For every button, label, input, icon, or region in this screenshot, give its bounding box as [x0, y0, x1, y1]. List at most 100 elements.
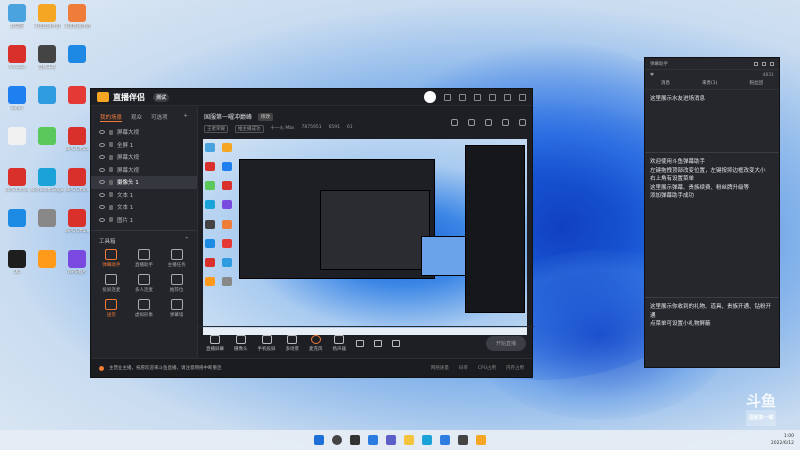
- desktop-icon[interactable]: WPS图片: [60, 250, 94, 288]
- toolbar-button[interactable]: 摄像头: [234, 335, 248, 352]
- desktop-icon[interactable]: [30, 209, 64, 247]
- chat-icon[interactable]: [386, 435, 396, 445]
- lock-icon[interactable]: [109, 142, 113, 148]
- danmu-panel[interactable]: 弹幕助手 ♥ 4831 消息 来贵(1) 粉丝团 这里展示水友进场消息 欢迎使用斗鱼…: [644, 57, 780, 368]
- start-icon[interactable]: [314, 435, 324, 445]
- tool-button[interactable]: 送货: [95, 299, 128, 318]
- widgets-icon[interactable]: [368, 435, 378, 445]
- danmu-panel-header[interactable]: 弹幕助手: [645, 58, 779, 70]
- lock-icon[interactable]: [109, 192, 113, 198]
- eye-icon[interactable]: [99, 142, 105, 147]
- link-icon[interactable]: [519, 119, 526, 126]
- close-icon[interactable]: [770, 61, 774, 66]
- add-scene-icon[interactable]: +: [183, 113, 188, 122]
- scene-item[interactable]: 全屏 1: [91, 139, 197, 152]
- danmu-tab[interactable]: 来贵(1): [702, 80, 717, 89]
- desktop-icon[interactable]: 此电脑: [0, 4, 34, 42]
- desktop-icon[interactable]: Acrobat: [0, 45, 34, 83]
- tool-button[interactable]: 推荐位: [160, 274, 193, 293]
- desktop-icon[interactable]: WPS Office: [60, 209, 94, 247]
- sidebar-tab[interactable]: 我的场景: [100, 113, 123, 122]
- search-icon[interactable]: [332, 435, 342, 445]
- desktop-icon[interactable]: [30, 250, 64, 288]
- share-icon[interactable]: [485, 119, 492, 126]
- sidebar-tab[interactable]: 观众: [131, 113, 142, 122]
- maximize-icon[interactable]: [504, 93, 511, 101]
- scene-item[interactable]: 摄像头 1: [91, 176, 197, 189]
- lock-icon[interactable]: [754, 61, 758, 66]
- gear-icon[interactable]: [392, 340, 400, 347]
- danmu-tab[interactable]: 粉丝团: [749, 80, 763, 89]
- desktop-icon[interactable]: [60, 45, 94, 83]
- explorer-icon[interactable]: [404, 435, 414, 445]
- tool-button[interactable]: 主播任务: [160, 249, 193, 268]
- lock-icon[interactable]: [109, 154, 113, 160]
- desktop-icon[interactable]: 直播工具: [30, 45, 64, 83]
- toolbar-button[interactable]: 麦克风: [309, 335, 323, 352]
- skin-icon[interactable]: [459, 93, 466, 101]
- desktop-icon[interactable]: [0, 127, 34, 165]
- toolbar-button[interactable]: 多场景: [286, 335, 299, 352]
- camera-icon[interactable]: [374, 340, 382, 347]
- edge-icon[interactable]: [422, 435, 432, 445]
- eye-icon[interactable]: [99, 130, 105, 135]
- tool-button[interactable]: 直播助手: [128, 249, 161, 268]
- toolbar-button[interactable]: 手机投屏: [258, 335, 276, 352]
- record-icon[interactable]: [356, 340, 364, 347]
- eye-icon[interactable]: [99, 155, 105, 160]
- title-bar[interactable]: 直播伴侣 测试: [91, 89, 532, 106]
- live-assistant-window[interactable]: 直播伴侣 测试 我的场景 观众 可选项 + 屏幕大视 全屏 1 屏幕大视 屏幕大视 摄像头 1…: [90, 88, 534, 378]
- system-tray[interactable]: 1:00 2022/6/12: [771, 433, 794, 447]
- lock-icon[interactable]: [451, 119, 458, 126]
- tool-button[interactable]: 虚拟形象: [128, 299, 161, 318]
- desktop-icon[interactable]: [30, 127, 64, 165]
- lock-icon[interactable]: [109, 179, 113, 185]
- sidebar-tab[interactable]: 可选项: [151, 113, 168, 122]
- scene-item[interactable]: 文本 1: [91, 201, 197, 214]
- desktop-icon[interactable]: [30, 86, 64, 124]
- lock-icon[interactable]: [109, 167, 113, 173]
- scene-item[interactable]: 屏幕大视: [91, 164, 197, 177]
- scene-item[interactable]: 图片 1: [91, 214, 197, 227]
- go-live-button[interactable]: 开始直播: [485, 336, 526, 351]
- eye-icon[interactable]: [99, 167, 105, 172]
- desktop-icon[interactable]: Safari: [0, 86, 34, 124]
- eye-icon[interactable]: [99, 217, 105, 222]
- bell-icon[interactable]: [502, 119, 509, 126]
- settings-icon[interactable]: [444, 93, 451, 101]
- douyu-icon[interactable]: [476, 435, 486, 445]
- task-view-icon[interactable]: [350, 435, 360, 445]
- collapse-icon[interactable]: ⌃: [184, 237, 189, 245]
- store-icon[interactable]: [440, 435, 450, 445]
- danmu-tab[interactable]: 消息: [661, 80, 670, 89]
- eye-icon[interactable]: [99, 205, 105, 210]
- tool-button[interactable]: 弹幕墙: [160, 299, 193, 318]
- lock-icon[interactable]: [109, 204, 113, 210]
- desktop-icon[interactable]: WPS Office: [0, 168, 34, 206]
- desktop-icon[interactable]: WPS Office: [60, 127, 94, 165]
- desktop-icon[interactable]: 斗鱼直播伴侣: [30, 4, 64, 42]
- toolbar-button[interactable]: 扬声器: [333, 335, 346, 352]
- lock-icon[interactable]: [468, 119, 475, 126]
- minimize-icon[interactable]: [489, 93, 496, 101]
- scene-item[interactable]: 文本 1: [91, 189, 197, 202]
- settings-icon[interactable]: [762, 61, 766, 66]
- desktop-icon[interactable]: WPS Office: [60, 168, 94, 206]
- scene-item[interactable]: 屏幕大视: [91, 151, 197, 164]
- menu-icon[interactable]: [474, 93, 481, 101]
- app-icon[interactable]: [458, 435, 468, 445]
- avatar[interactable]: [424, 91, 436, 103]
- tool-button[interactable]: 弹幕助手: [95, 249, 128, 268]
- tool-button[interactable]: 投屏连麦: [95, 274, 128, 293]
- lock-icon[interactable]: [109, 129, 113, 135]
- toolbar-button[interactable]: 直播屏幕: [206, 335, 224, 352]
- desktop-icon[interactable]: [60, 86, 94, 124]
- eye-icon[interactable]: [99, 192, 105, 197]
- scene-item[interactable]: 屏幕大视: [91, 126, 197, 139]
- lock-icon[interactable]: [109, 217, 113, 223]
- eye-icon[interactable]: [99, 180, 105, 185]
- desktop-icon[interactable]: Microsoft Edge: [30, 168, 64, 206]
- edit-title-button[interactable]: 修改: [258, 112, 274, 121]
- desktop-icon[interactable]: [0, 209, 34, 247]
- tool-button[interactable]: 多人连麦: [128, 274, 161, 293]
